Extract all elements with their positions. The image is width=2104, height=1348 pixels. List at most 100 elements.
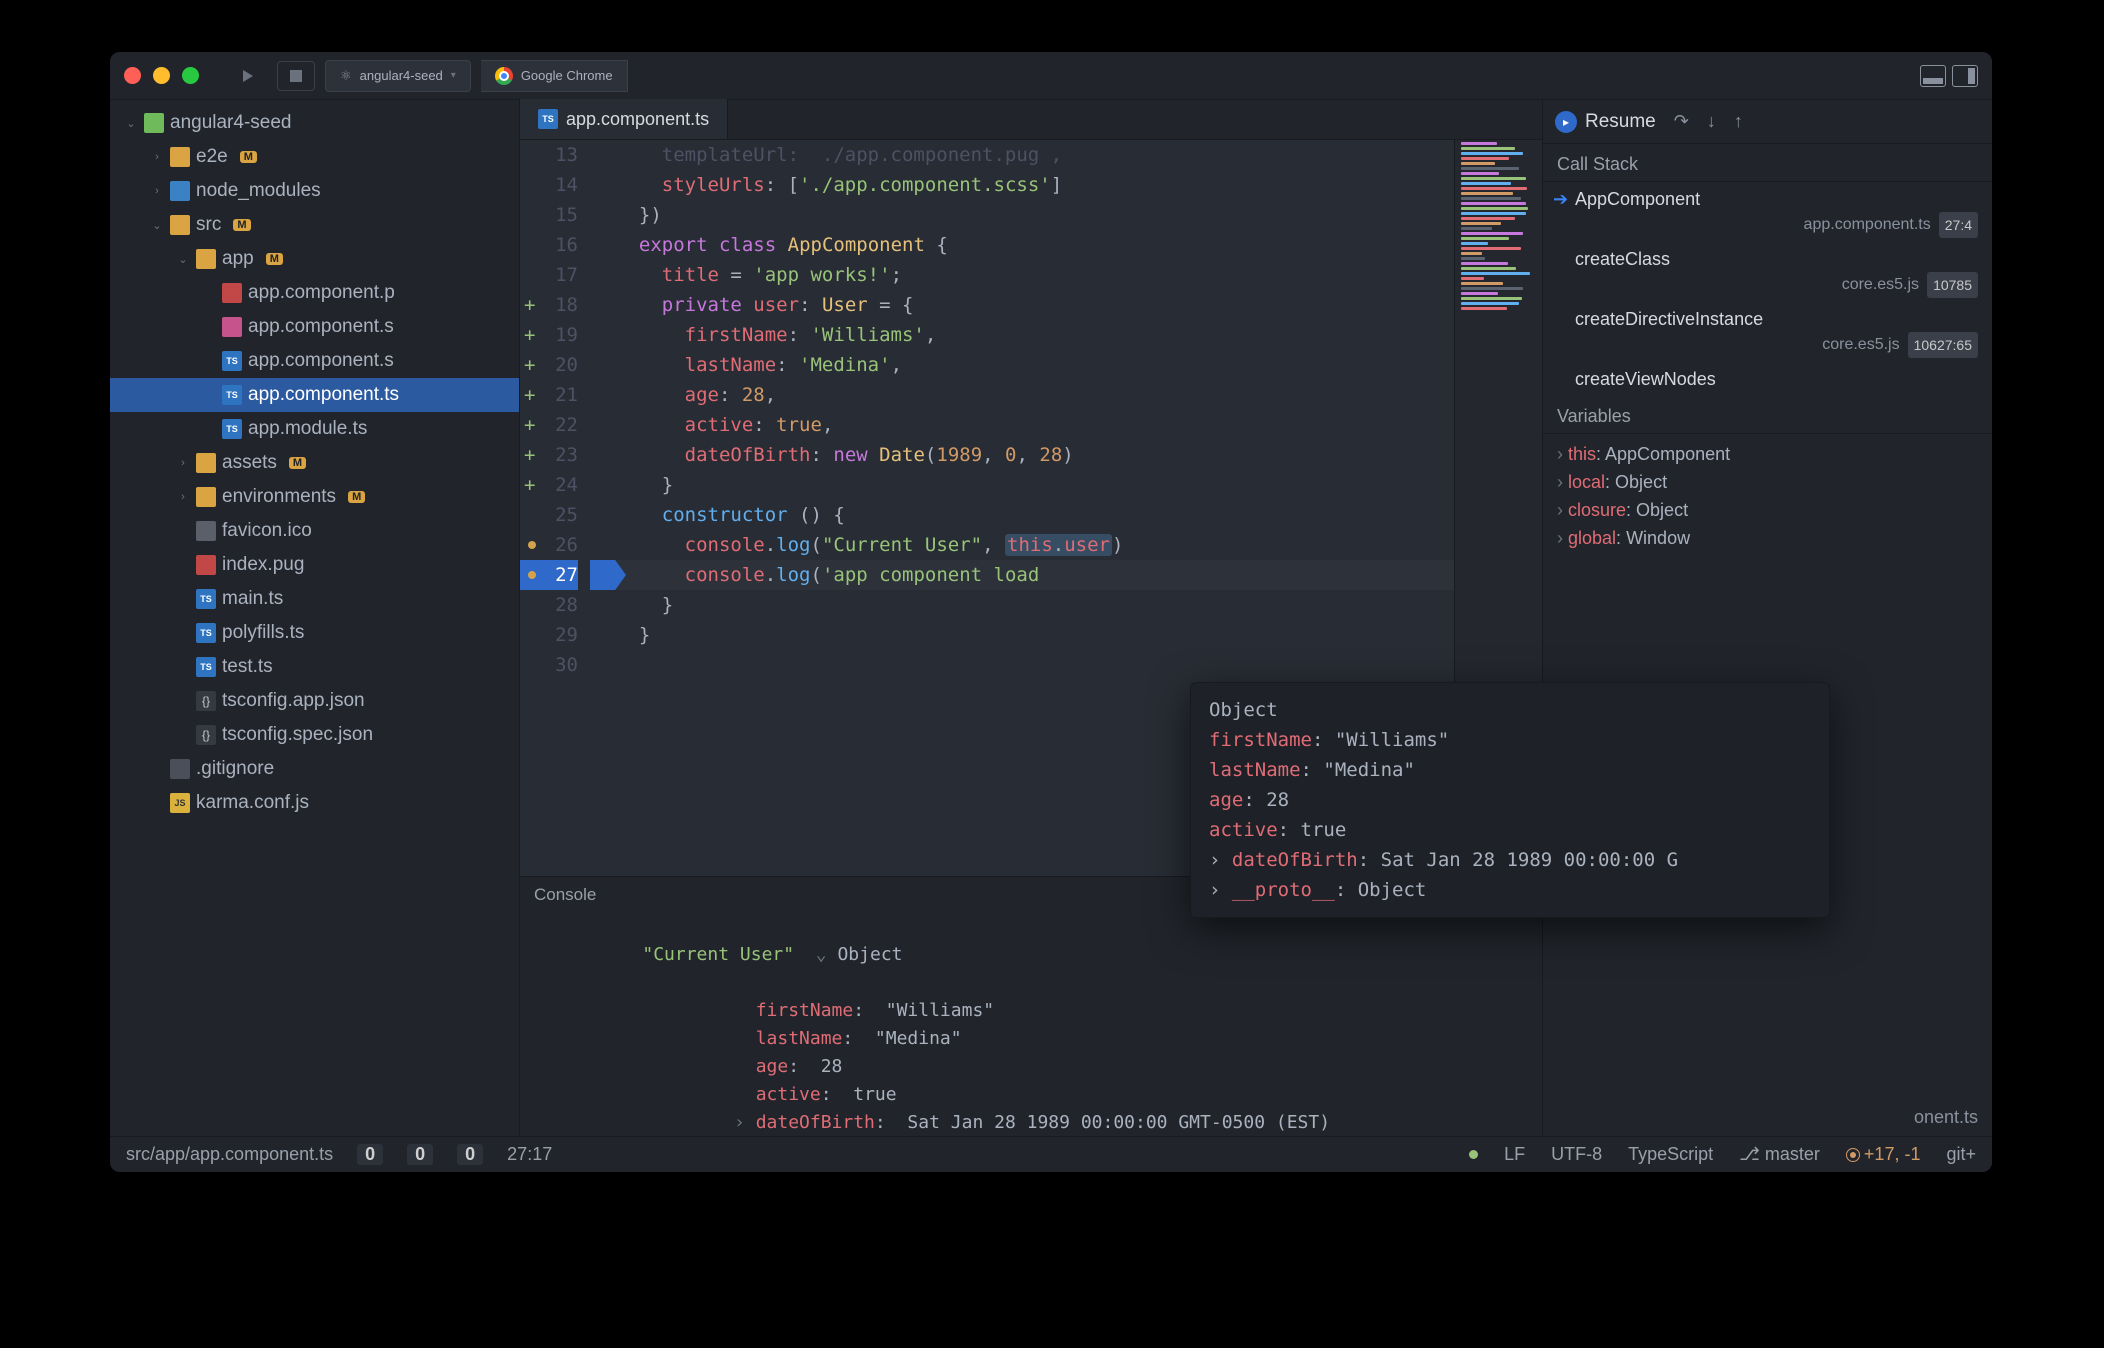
stop-icon[interactable] bbox=[277, 61, 315, 91]
console-log-type: Object bbox=[837, 944, 902, 965]
tree-item[interactable]: favicon.ico bbox=[110, 514, 519, 548]
panel-toggle-group bbox=[1920, 65, 1978, 87]
debug-toolbar: ▸ Resume ↷ ↓ ↑ bbox=[1543, 100, 1992, 144]
status-branch[interactable]: ⎇ master bbox=[1739, 1144, 1820, 1165]
tooltip-prop: › __proto__: Object bbox=[1209, 875, 1811, 905]
stack-frame[interactable]: AppComponentapp.component.ts27:4 bbox=[1543, 182, 1992, 242]
variable-row[interactable]: local: Object bbox=[1557, 468, 1978, 496]
root-icon bbox=[144, 113, 164, 133]
toggle-right-panel-button[interactable] bbox=[1952, 65, 1978, 87]
tree-item[interactable]: ›e2eM bbox=[110, 140, 519, 174]
toggle-bottom-panel-button[interactable] bbox=[1920, 65, 1946, 87]
tree-item-label: app.component.ts bbox=[248, 384, 399, 406]
status-encoding[interactable]: UTF-8 bbox=[1551, 1144, 1602, 1165]
stack-frame[interactable]: createDirectiveInstancecore.es5.js10627:… bbox=[1543, 302, 1992, 362]
tree-item[interactable]: index.pug bbox=[110, 548, 519, 582]
console-prop[interactable]: › dateOfBirth: Sat Jan 28 1989 00:00:00 … bbox=[534, 1109, 1528, 1136]
tree-item-label: app.component.p bbox=[248, 282, 395, 304]
json-icon: {} bbox=[196, 725, 216, 745]
titlebar: ⚛ angular4-seed ▾ Google Chrome bbox=[110, 52, 1992, 100]
editor-tab[interactable]: TS app.component.ts bbox=[520, 99, 728, 139]
status-cursor[interactable]: 27:17 bbox=[507, 1144, 552, 1165]
project-name: angular4-seed bbox=[360, 68, 443, 83]
chevron-icon: › bbox=[176, 491, 190, 503]
file-tree[interactable]: ⌄angular4-seed›e2eM›node_modules⌄srcM⌄ap… bbox=[110, 100, 520, 1136]
chrome-icon bbox=[495, 67, 513, 85]
tree-item[interactable]: ›assetsM bbox=[110, 446, 519, 480]
call-stack[interactable]: AppComponentapp.component.ts27:4createCl… bbox=[1543, 182, 1992, 396]
console-prop[interactable]: lastName: "Medina" bbox=[534, 1025, 1528, 1053]
tree-item-label: test.ts bbox=[222, 656, 273, 678]
ico-icon bbox=[196, 521, 216, 541]
tree-item[interactable]: JSkarma.conf.js bbox=[110, 786, 519, 820]
status-diff[interactable]: +17, -1 bbox=[1846, 1144, 1921, 1165]
tree-item[interactable]: ›node_modules bbox=[110, 174, 519, 208]
tree-item-label: tsconfig.app.json bbox=[222, 690, 365, 712]
tree-item-label: .gitignore bbox=[196, 758, 274, 780]
tree-item[interactable]: TSmain.ts bbox=[110, 582, 519, 616]
tree-item[interactable]: ⌄angular4-seed bbox=[110, 106, 519, 140]
resume-button[interactable]: ▸ Resume bbox=[1555, 111, 1656, 133]
debugger-panel: ▸ Resume ↷ ↓ ↑ Call Stack AppComponentap… bbox=[1542, 100, 1992, 1136]
tree-item[interactable]: TSapp.component.s bbox=[110, 344, 519, 378]
status-lang[interactable]: TypeScript bbox=[1628, 1144, 1713, 1165]
variable-row[interactable]: closure: Object bbox=[1557, 496, 1978, 524]
tree-item[interactable]: app.component.s bbox=[110, 310, 519, 344]
tree-item[interactable]: ⌄srcM bbox=[110, 208, 519, 242]
tree-item-label: index.pug bbox=[222, 554, 304, 576]
debug-target[interactable]: Google Chrome bbox=[481, 60, 628, 92]
gutter[interactable]: 131415161718192021222324252627282930 bbox=[520, 140, 590, 876]
project-selector[interactable]: ⚛ angular4-seed ▾ bbox=[325, 60, 471, 92]
tree-item-label: karma.conf.js bbox=[196, 792, 309, 814]
stack-frame[interactable]: createClasscore.es5.js10785 bbox=[1543, 242, 1992, 302]
window-controls bbox=[124, 67, 199, 84]
main-area: ⌄angular4-seed›e2eM›node_modules⌄srcM⌄ap… bbox=[110, 100, 1992, 1136]
variables-title: Variables bbox=[1543, 396, 1992, 434]
maximize-window-button[interactable] bbox=[182, 67, 199, 84]
tree-item[interactable]: TSapp.module.ts bbox=[110, 412, 519, 446]
gen-icon bbox=[170, 759, 190, 779]
resume-label: Resume bbox=[1585, 111, 1656, 133]
console-prop[interactable]: firstName: "Williams" bbox=[534, 997, 1528, 1025]
folder-y-icon bbox=[196, 487, 216, 507]
step-into-icon[interactable]: ↓ bbox=[1707, 111, 1716, 132]
tooltip-prop: active: true bbox=[1209, 815, 1811, 845]
folder-y-icon bbox=[170, 215, 190, 235]
minimize-window-button[interactable] bbox=[153, 67, 170, 84]
tree-item[interactable]: .gitignore bbox=[110, 752, 519, 786]
status-vcs[interactable]: git+ bbox=[1946, 1144, 1976, 1165]
variable-row[interactable]: this: AppComponent bbox=[1557, 440, 1978, 468]
console-prop[interactable]: active: true bbox=[534, 1081, 1528, 1109]
console-prop[interactable]: age: 28 bbox=[534, 1053, 1528, 1081]
status-count-2[interactable]: 0 bbox=[457, 1144, 483, 1165]
modified-badge: M bbox=[240, 151, 257, 163]
status-count-0[interactable]: 0 bbox=[357, 1144, 383, 1165]
step-out-icon[interactable]: ↑ bbox=[1734, 111, 1743, 132]
ts-icon: TS bbox=[222, 385, 242, 405]
tooltip-prop: firstName: "Williams" bbox=[1209, 725, 1811, 755]
tree-item-label: favicon.ico bbox=[222, 520, 312, 542]
chevron-down-icon[interactable]: ⌄ bbox=[816, 944, 827, 965]
debug-target-label: Google Chrome bbox=[521, 68, 613, 83]
variable-row[interactable]: global: Window bbox=[1557, 524, 1978, 552]
tree-item[interactable]: {}tsconfig.spec.json bbox=[110, 718, 519, 752]
tree-item[interactable]: ⌄appM bbox=[110, 242, 519, 276]
status-count-1[interactable]: 0 bbox=[407, 1144, 433, 1165]
tooltip-prop: › dateOfBirth: Sat Jan 28 1989 00:00:00 … bbox=[1209, 845, 1811, 875]
tree-item[interactable]: TS app.component.ts bbox=[110, 378, 519, 412]
tab-bar: TS app.component.ts bbox=[520, 100, 1542, 140]
status-eol[interactable]: LF bbox=[1504, 1144, 1525, 1165]
stack-frame[interactable]: createViewNodes bbox=[1543, 362, 1992, 396]
play-icon[interactable] bbox=[229, 61, 267, 91]
tree-item[interactable]: ›environmentsM bbox=[110, 480, 519, 514]
json-icon: {} bbox=[196, 691, 216, 711]
tree-item[interactable]: TStest.ts bbox=[110, 650, 519, 684]
tree-item[interactable]: {} tsconfig.app.json bbox=[110, 684, 519, 718]
variables-list[interactable]: this: AppComponentlocal: Objectclosure: … bbox=[1543, 434, 1992, 558]
status-path[interactable]: src/app/app.component.ts bbox=[126, 1144, 333, 1165]
tree-item[interactable]: TSpolyfills.ts bbox=[110, 616, 519, 650]
close-window-button[interactable] bbox=[124, 67, 141, 84]
tree-item[interactable]: app.component.p bbox=[110, 276, 519, 310]
ts-file-icon: TS bbox=[538, 109, 558, 129]
step-over-icon[interactable]: ↷ bbox=[1674, 111, 1689, 132]
